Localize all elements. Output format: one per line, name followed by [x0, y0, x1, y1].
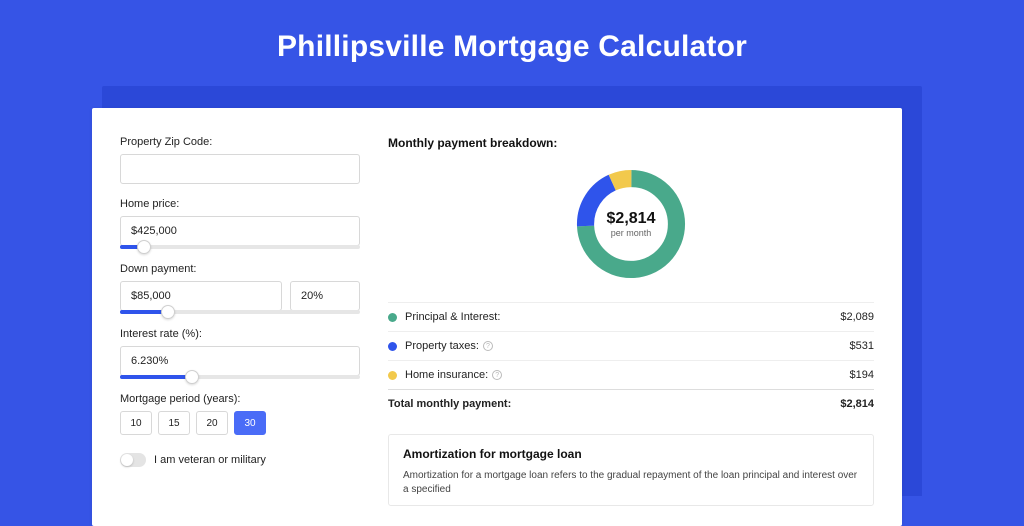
breakdown-label-text: Home insurance: [405, 369, 488, 381]
breakdown-row-total: Total monthly payment: $2,814 [388, 389, 874, 418]
breakdown-row-taxes: Property taxes: ? $531 [388, 331, 874, 360]
donut-sub: per month [611, 228, 652, 238]
interest-rate-label: Interest rate (%): [120, 328, 360, 340]
breakdown-label: Property taxes: ? [405, 340, 850, 352]
period-option-10[interactable]: 10 [120, 411, 152, 435]
donut-chart-wrap: $2,814 per month [388, 164, 874, 284]
zip-label: Property Zip Code: [120, 136, 360, 148]
period-label: Mortgage period (years): [120, 393, 360, 405]
dot-icon-yellow [388, 371, 397, 380]
down-payment-pct-input[interactable] [290, 281, 360, 311]
donut-amount: $2,814 [607, 210, 656, 228]
breakdown-value: $194 [850, 369, 874, 381]
backdrop-panel: Property Zip Code: Home price: Down paym… [102, 86, 922, 496]
breakdown-title: Monthly payment breakdown: [388, 136, 874, 150]
breakdown-row-principal: Principal & Interest: $2,089 [388, 302, 874, 331]
down-payment-input[interactable] [120, 281, 282, 311]
breakdown-label-text: Principal & Interest: [405, 311, 500, 323]
interest-rate-input[interactable] [120, 346, 360, 376]
calculator-card: Property Zip Code: Home price: Down paym… [92, 108, 902, 526]
breakdown-total-value: $2,814 [840, 398, 874, 410]
period-option-30[interactable]: 30 [234, 411, 266, 435]
down-payment-field: Down payment: [120, 263, 360, 314]
info-icon[interactable]: ? [483, 341, 493, 351]
home-price-slider[interactable] [120, 245, 360, 249]
amortization-title: Amortization for mortgage loan [403, 447, 859, 461]
period-option-15[interactable]: 15 [158, 411, 190, 435]
dot-icon-green [388, 313, 397, 322]
breakdown-label-text: Property taxes: [405, 340, 479, 352]
page-root: Phillipsville Mortgage Calculator Proper… [0, 0, 1024, 512]
breakdown-total-label: Total monthly payment: [388, 398, 840, 410]
page-title: Phillipsville Mortgage Calculator [0, 0, 1024, 86]
breakdown-value: $2,089 [840, 311, 874, 323]
down-payment-label: Down payment: [120, 263, 360, 275]
interest-rate-field: Interest rate (%): [120, 328, 360, 379]
info-icon[interactable]: ? [492, 370, 502, 380]
home-price-input[interactable] [120, 216, 360, 246]
period-option-20[interactable]: 20 [196, 411, 228, 435]
veteran-label: I am veteran or military [154, 454, 266, 466]
breakdown-label: Principal & Interest: [405, 311, 840, 323]
breakdown-row-insurance: Home insurance: ? $194 [388, 360, 874, 389]
interest-rate-slider-thumb[interactable] [185, 370, 199, 384]
zip-input[interactable] [120, 154, 360, 184]
breakdown-column: Monthly payment breakdown: [388, 136, 874, 506]
form-column: Property Zip Code: Home price: Down paym… [120, 136, 360, 506]
home-price-label: Home price: [120, 198, 360, 210]
breakdown-label: Home insurance: ? [405, 369, 850, 381]
veteran-toggle-knob [121, 454, 133, 466]
zip-field: Property Zip Code: [120, 136, 360, 184]
period-field: Mortgage period (years): 10 15 20 30 [120, 393, 360, 435]
donut-center: $2,814 per month [571, 164, 691, 284]
down-payment-slider[interactable] [120, 310, 360, 314]
interest-rate-slider[interactable] [120, 375, 360, 379]
amortization-text: Amortization for a mortgage loan refers … [403, 469, 859, 497]
veteran-row: I am veteran or military [120, 453, 360, 467]
donut-chart: $2,814 per month [571, 164, 691, 284]
breakdown-value: $531 [850, 340, 874, 352]
home-price-slider-thumb[interactable] [137, 240, 151, 254]
down-payment-slider-thumb[interactable] [161, 305, 175, 319]
home-price-field: Home price: [120, 198, 360, 249]
dot-icon-blue [388, 342, 397, 351]
period-group: 10 15 20 30 [120, 411, 360, 435]
veteran-toggle[interactable] [120, 453, 146, 467]
amortization-card: Amortization for mortgage loan Amortizat… [388, 434, 874, 506]
